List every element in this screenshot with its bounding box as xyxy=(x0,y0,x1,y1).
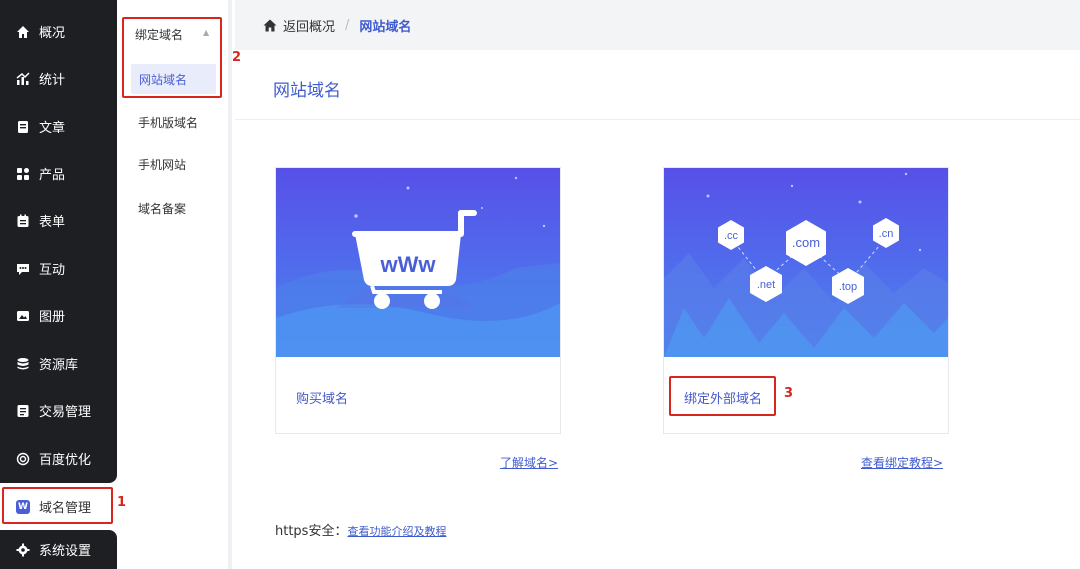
domain-extensions-illustration: .cc .com .cn .net .top xyxy=(664,168,948,357)
chat-icon xyxy=(16,262,30,276)
subnav-item-website-domain[interactable]: 网站域名 xyxy=(131,64,216,94)
svg-text:.com: .com xyxy=(792,235,820,250)
nav-label: 概况 xyxy=(39,26,66,41)
svg-text:.net: .net xyxy=(757,279,775,291)
nav-item-resources[interactable]: 资源库 xyxy=(0,340,117,387)
home-icon[interactable] xyxy=(263,19,277,32)
nav-label: 系统设置 xyxy=(39,544,92,559)
divider xyxy=(235,119,1080,120)
buy-domain-label[interactable]: 购买域名 xyxy=(296,388,348,407)
buy-domain-card[interactable]: wWw 购买域名 xyxy=(275,167,561,434)
nav-label: 百度优化 xyxy=(39,453,92,468)
caret-up-icon[interactable]: ▲ xyxy=(203,28,209,37)
bind-tutorial-link[interactable]: 查看绑定教程> xyxy=(861,454,943,471)
breadcrumb-separator: / xyxy=(345,17,350,33)
nav-label: 互动 xyxy=(39,263,66,278)
trade-icon xyxy=(16,404,30,418)
breadcrumb-current: 网站域名 xyxy=(359,19,412,35)
database-icon xyxy=(16,357,30,371)
main-sidebar: 概况 统计 文章 产品 表单 互动 图册 资源库 交易管理 百度优化 W 域名管… xyxy=(0,0,117,569)
stats-icon xyxy=(16,71,30,86)
nav-item-interaction[interactable]: 互动 xyxy=(0,245,117,292)
https-label: https安全： xyxy=(275,524,348,539)
cart-www-text: wWw xyxy=(380,252,437,277)
gear-icon xyxy=(16,543,30,557)
form-icon xyxy=(16,214,30,228)
nav-item-form[interactable]: 表单 xyxy=(0,197,117,244)
article-icon xyxy=(16,120,30,134)
nav-item-album[interactable]: 图册 xyxy=(0,292,117,339)
domain-icon: W xyxy=(16,499,30,514)
nav-label: 表单 xyxy=(39,215,66,230)
album-icon xyxy=(16,309,30,323)
nav-item-article[interactable]: 文章 xyxy=(0,103,117,150)
nav-item-domain[interactable]: W 域名管理 xyxy=(0,483,117,530)
nav-item-stats[interactable]: 统计 xyxy=(0,55,117,102)
breadcrumb: 返回概况 / 网站域名 xyxy=(235,0,1080,50)
https-security-row: https安全：查看功能介绍及教程 xyxy=(275,520,446,539)
nav-item-settings[interactable]: 系统设置 xyxy=(0,530,117,569)
nav-label: 文章 xyxy=(39,121,66,136)
subnav-item-mobile-domain[interactable]: 手机版域名 xyxy=(138,114,198,131)
nav-label: 交易管理 xyxy=(39,405,92,420)
annotation-number-1: 1 xyxy=(117,495,127,510)
nav-item-trade[interactable]: 交易管理 xyxy=(0,387,117,434)
nav-item-seo[interactable]: 百度优化 xyxy=(0,435,117,482)
back-link[interactable]: 返回概况 xyxy=(283,16,335,35)
seo-icon xyxy=(16,452,30,466)
https-guide-link[interactable]: 查看功能介绍及教程 xyxy=(347,525,446,538)
bind-external-domain-label[interactable]: 绑定外部域名 xyxy=(684,388,762,407)
svg-text:.cn: .cn xyxy=(879,228,894,240)
nav-label: 图册 xyxy=(39,310,66,325)
nav-label: 资源库 xyxy=(39,358,79,373)
subnav-item-mobile-site[interactable]: 手机网站 xyxy=(138,156,186,173)
home-icon xyxy=(16,25,30,39)
nav-label: 产品 xyxy=(39,168,66,183)
annotation-number-2: 2 xyxy=(232,50,242,65)
nav-label: 统计 xyxy=(39,73,66,88)
main-content: 网站域名 wWw 购买域名 了解域名> .cc .com .cn .net .t… xyxy=(235,50,1080,569)
nav-label: 域名管理 xyxy=(39,501,92,516)
svg-text:.cc: .cc xyxy=(724,230,739,242)
subnav-item-icp-filing[interactable]: 域名备案 xyxy=(138,200,186,217)
page-title: 网站域名 xyxy=(273,81,341,101)
product-icon xyxy=(16,167,30,181)
svg-text:.top: .top xyxy=(839,281,857,293)
learn-domain-link[interactable]: 了解域名> xyxy=(500,454,558,471)
bind-external-domain-card[interactable]: .cc .com .cn .net .top 绑定外部域名 xyxy=(663,167,949,434)
nav-item-product[interactable]: 产品 xyxy=(0,150,117,197)
subnav-group-bind-domain[interactable]: 绑定域名 xyxy=(135,26,183,43)
annotation-number-3: 3 xyxy=(784,386,794,401)
nav-item-overview[interactable]: 概况 xyxy=(0,8,117,55)
buy-domain-illustration: wWw xyxy=(276,168,560,357)
